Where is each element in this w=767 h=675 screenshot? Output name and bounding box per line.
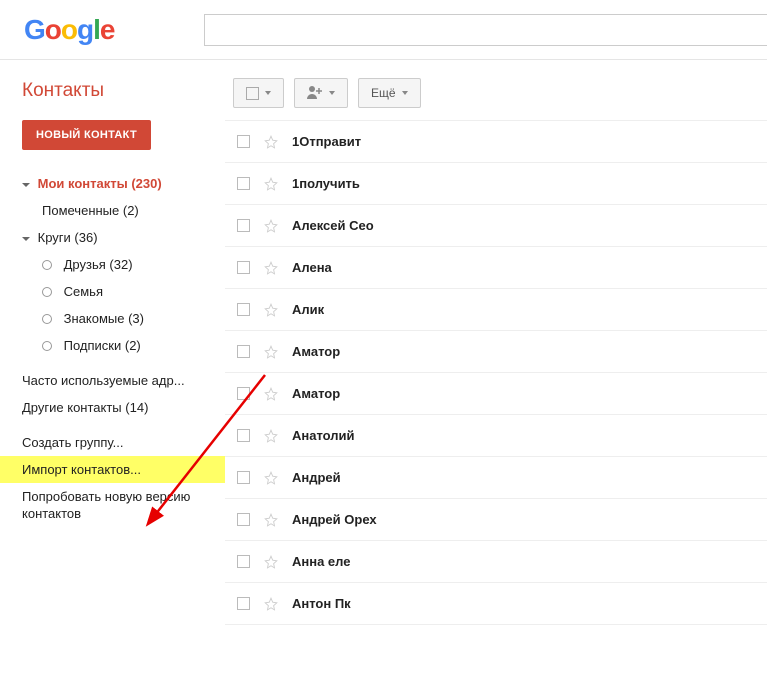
label: Мои контакты	[38, 176, 128, 191]
star-icon[interactable]	[264, 597, 278, 611]
circle-icon	[42, 260, 52, 270]
label: Круги	[38, 230, 71, 245]
circle-icon	[42, 287, 52, 297]
count: (230)	[131, 176, 161, 191]
count: (36)	[74, 230, 97, 245]
contact-name: Андрей	[292, 470, 341, 485]
caret-down-icon	[22, 237, 30, 241]
app-title[interactable]: Контакты	[0, 80, 225, 120]
row-checkbox[interactable]	[237, 303, 250, 316]
sidebar-item-try-new[interactable]: Попробовать новую версию контактов	[0, 483, 225, 529]
contact-name: Алена	[292, 260, 332, 275]
count: (3)	[128, 311, 144, 326]
star-icon[interactable]	[264, 261, 278, 275]
star-icon[interactable]	[264, 471, 278, 485]
contact-row[interactable]: Андрей Орех	[225, 499, 767, 541]
content: Ещё 1Отправит 1получить Алексей Сео Алена Ал…	[225, 60, 767, 625]
sidebar-item-import-contacts[interactable]: Импорт контактов...	[0, 456, 225, 483]
person-plus-icon	[307, 85, 323, 102]
sidebar-item-starred[interactable]: Помеченные (2)	[0, 197, 225, 224]
contact-row[interactable]: Антон Пк	[225, 583, 767, 625]
header: Google	[0, 0, 767, 60]
row-checkbox[interactable]	[237, 135, 250, 148]
label: Ещё	[371, 86, 396, 100]
count: (2)	[123, 203, 139, 218]
more-button[interactable]: Ещё	[358, 78, 421, 108]
contact-row[interactable]: Алена	[225, 247, 767, 289]
sidebar-item-circle[interactable]: Семья	[0, 278, 225, 305]
checkbox-icon	[246, 87, 259, 100]
row-checkbox[interactable]	[237, 471, 250, 484]
contact-row[interactable]: Аматор	[225, 331, 767, 373]
contact-row[interactable]: 1Отправит	[225, 121, 767, 163]
sidebar-item-circle[interactable]: Друзья (32)	[0, 251, 225, 278]
row-checkbox[interactable]	[237, 177, 250, 190]
row-checkbox[interactable]	[237, 345, 250, 358]
contact-row[interactable]: Анна еле	[225, 541, 767, 583]
star-icon[interactable]	[264, 555, 278, 569]
label: Помеченные	[42, 203, 119, 218]
add-to-button[interactable]	[294, 78, 348, 108]
contact-list: 1Отправит 1получить Алексей Сео Алена Алик Ам…	[225, 120, 767, 625]
star-icon[interactable]	[264, 219, 278, 233]
row-checkbox[interactable]	[237, 513, 250, 526]
label: Друзья	[64, 257, 106, 272]
contact-name: Анатолий	[292, 428, 355, 443]
circle-icon	[42, 314, 52, 324]
caret-down-icon	[402, 91, 408, 95]
contact-row[interactable]: Алексей Сео	[225, 205, 767, 247]
sidebar-item-create-group[interactable]: Создать группу...	[0, 429, 225, 456]
contact-name: Анна еле	[292, 554, 350, 569]
sidebar-item-circle[interactable]: Подписки (2)	[0, 332, 225, 359]
sidebar-item-circles[interactable]: Круги (36)	[0, 224, 225, 251]
row-checkbox[interactable]	[237, 597, 250, 610]
label: Подписки	[64, 338, 122, 353]
row-checkbox[interactable]	[237, 429, 250, 442]
star-icon[interactable]	[264, 429, 278, 443]
sidebar-item-frequent[interactable]: Часто используемые адр...	[0, 367, 225, 394]
contact-name: Алик	[292, 302, 324, 317]
star-icon[interactable]	[264, 387, 278, 401]
contact-row[interactable]: Андрей	[225, 457, 767, 499]
label: Знакомые	[64, 311, 125, 326]
sidebar: Контакты НОВЫЙ КОНТАКТ Мои контакты (230…	[0, 60, 225, 625]
contact-name: Аматор	[292, 386, 340, 401]
caret-down-icon	[265, 91, 271, 95]
google-logo[interactable]: Google	[24, 14, 114, 46]
contact-row[interactable]: 1получить	[225, 163, 767, 205]
new-contact-button[interactable]: НОВЫЙ КОНТАКТ	[22, 120, 151, 150]
row-checkbox[interactable]	[237, 261, 250, 274]
star-icon[interactable]	[264, 303, 278, 317]
sidebar-item-circle[interactable]: Знакомые (3)	[0, 305, 225, 332]
row-checkbox[interactable]	[237, 219, 250, 232]
contact-name: Аматор	[292, 344, 340, 359]
contact-name: 1получить	[292, 176, 360, 191]
toolbar: Ещё	[225, 78, 767, 120]
circle-icon	[42, 341, 52, 351]
contact-row[interactable]: Алик	[225, 289, 767, 331]
contact-name: Андрей Орех	[292, 512, 377, 527]
contact-row[interactable]: Аматор	[225, 373, 767, 415]
count: (14)	[125, 400, 148, 415]
sidebar-item-other[interactable]: Другие контакты (14)	[0, 394, 225, 421]
search-input[interactable]	[204, 14, 767, 46]
star-icon[interactable]	[264, 135, 278, 149]
contact-name: Алексей Сео	[292, 218, 374, 233]
caret-down-icon	[329, 91, 335, 95]
star-icon[interactable]	[264, 177, 278, 191]
count: (32)	[109, 257, 132, 272]
select-all-button[interactable]	[233, 78, 284, 108]
label: Другие контакты	[22, 400, 122, 415]
contact-name: 1Отправит	[292, 134, 361, 149]
caret-down-icon	[22, 183, 30, 187]
sidebar-item-my-contacts[interactable]: Мои контакты (230)	[0, 170, 225, 197]
row-checkbox[interactable]	[237, 555, 250, 568]
star-icon[interactable]	[264, 345, 278, 359]
contact-name: Антон Пк	[292, 596, 351, 611]
star-icon[interactable]	[264, 513, 278, 527]
label: Семья	[64, 284, 103, 299]
count: (2)	[125, 338, 141, 353]
row-checkbox[interactable]	[237, 387, 250, 400]
contact-row[interactable]: Анатолий	[225, 415, 767, 457]
